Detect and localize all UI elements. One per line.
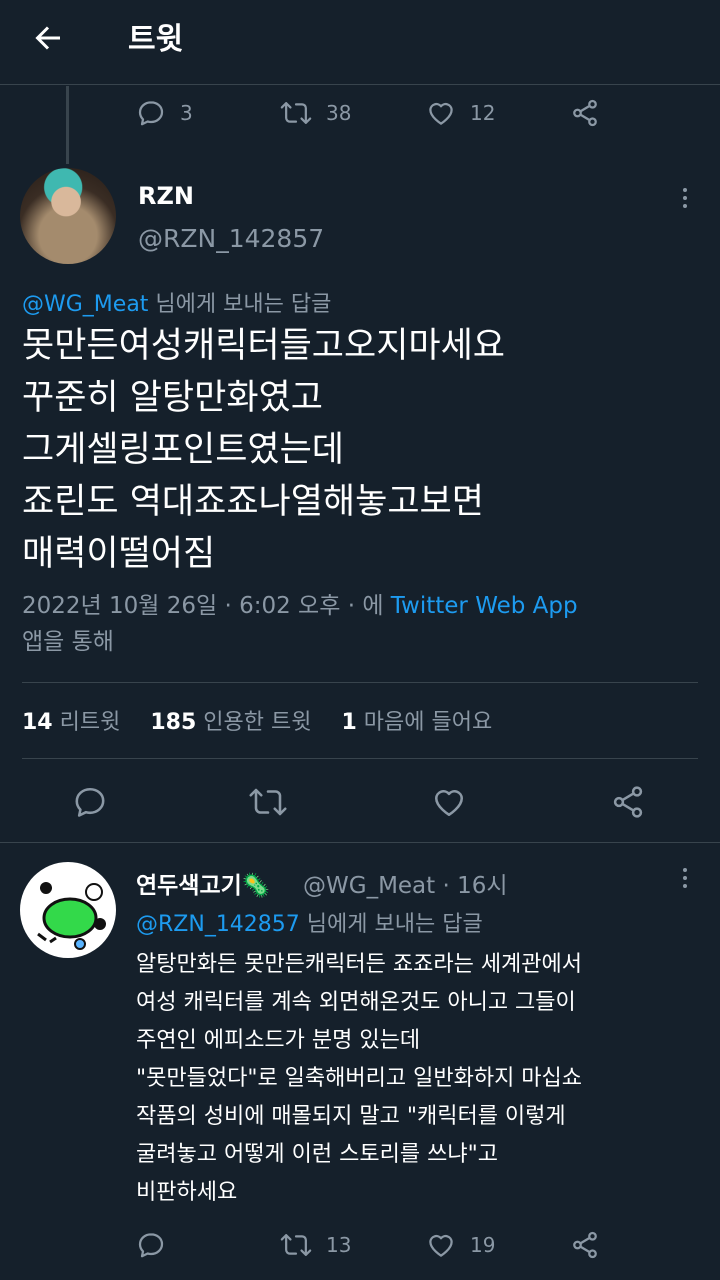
reply-context: @RZN_142857 님에게 보내는 답글 <box>136 906 483 938</box>
header-divider <box>0 84 720 85</box>
back-arrow-icon[interactable] <box>30 20 66 56</box>
avatar[interactable] <box>20 862 116 958</box>
reply-context: @WG_Meat 님에게 보내는 답글 <box>22 286 331 318</box>
reply-to-link[interactable]: @WG_Meat <box>22 292 148 317</box>
like-count: 12 <box>470 101 496 125</box>
source-link[interactable]: Twitter Web App <box>391 593 578 619</box>
retweet-icon <box>280 98 312 128</box>
stats-divider-top <box>22 682 698 683</box>
reply-icon[interactable] <box>72 784 108 820</box>
like-count: 19 <box>470 1233 496 1257</box>
reply-to-link[interactable]: @RZN_142857 <box>136 912 300 937</box>
heart-icon <box>426 1230 456 1260</box>
retweet-count: 38 <box>326 101 352 125</box>
tweet-divider <box>0 842 720 843</box>
tweet-meta: 2022년 10월 26일 · 6:02 오후 · 에 Twitter Web … <box>22 588 702 660</box>
like-button[interactable]: 19 <box>426 1230 495 1260</box>
retweet-icon[interactable] <box>248 784 288 820</box>
quotes-stat[interactable]: 185 인용한 트윗 <box>150 710 311 735</box>
share-icon[interactable] <box>570 1230 600 1260</box>
retweet-icon <box>280 1230 312 1260</box>
page-title: 트윗 <box>128 22 184 57</box>
tweet-stats: 14 리트윗 185 인용한 트윗 1 마음에 들어요 <box>22 704 492 736</box>
author-handle[interactable]: @RZN_142857 <box>138 224 324 253</box>
retweet-count: 13 <box>326 1233 352 1257</box>
reply-button[interactable] <box>136 1230 166 1260</box>
reply-icon <box>136 1230 166 1260</box>
avatar[interactable] <box>20 168 116 264</box>
tweet-text: 못만든여성캐릭터들고오지마세요 꾸준히 알탕만화였고 그게셀링포인트였는데 죠린… <box>22 326 506 574</box>
reply-to-label: 님에게 보내는 답글 <box>299 912 483 937</box>
likes-stat[interactable]: 1 마음에 들어요 <box>341 710 492 735</box>
share-icon[interactable] <box>570 98 600 128</box>
more-options-icon[interactable] <box>676 186 694 210</box>
heart-icon <box>426 98 456 128</box>
source-suffix: 앱을 통해 <box>22 629 114 655</box>
reply-count: 3 <box>180 101 193 125</box>
thread-connector <box>66 86 69 164</box>
retweet-button[interactable]: 13 <box>280 1230 351 1260</box>
reply-button[interactable]: 3 <box>136 98 193 128</box>
author-name[interactable]: RZN <box>138 182 194 210</box>
heart-icon[interactable] <box>431 784 467 820</box>
retweets-stat[interactable]: 14 리트윗 <box>22 710 120 735</box>
author-handle-time: @WG_Meat · 16시 <box>303 873 508 899</box>
stats-divider-bottom <box>22 758 698 759</box>
tweet-text: 알탕만화든 못만든캐릭터든 죠죠라는 세계관에서 여성 캐릭터를 계속 외면해온… <box>136 952 583 1205</box>
like-button[interactable]: 12 <box>426 98 495 128</box>
tweet-date: 2022년 10월 26일 · 6:02 오후 · 에 <box>22 593 391 619</box>
share-icon[interactable] <box>610 784 646 820</box>
reply-icon <box>136 98 166 128</box>
more-options-icon[interactable] <box>676 866 694 890</box>
reply-to-label: 님에게 보내는 답글 <box>148 292 332 317</box>
author-name[interactable]: 연두색고기🦠 <box>136 866 270 900</box>
retweet-button[interactable]: 38 <box>280 98 351 128</box>
virus-emoji-icon: 🦠 <box>241 873 271 899</box>
